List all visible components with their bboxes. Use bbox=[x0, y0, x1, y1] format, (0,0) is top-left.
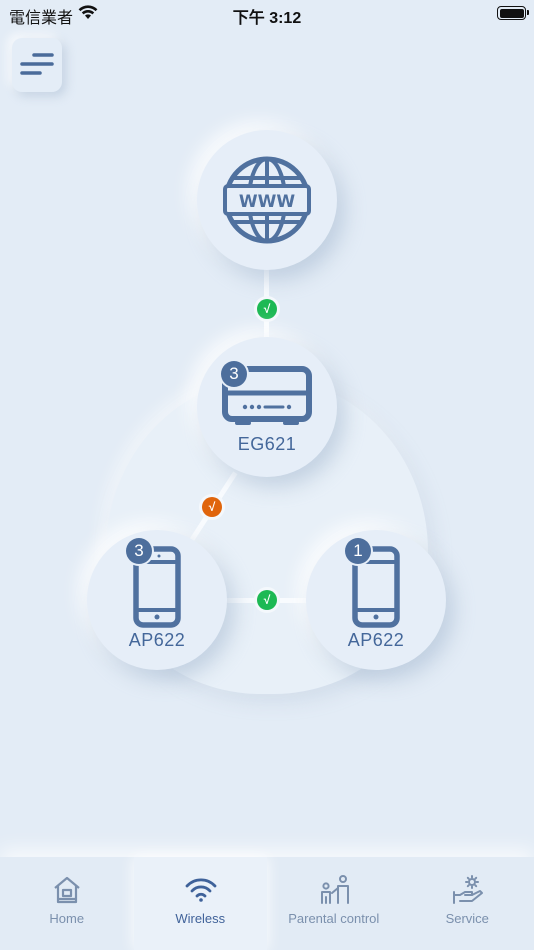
service-hand-gear-icon bbox=[452, 875, 483, 904]
check-icon: √ bbox=[263, 593, 271, 607]
tab-service-label: Service bbox=[445, 911, 489, 926]
tab-wireless-label: Wireless bbox=[175, 911, 226, 926]
gateway-name: EG621 bbox=[237, 434, 297, 454]
tab-home-label: Home bbox=[49, 911, 85, 926]
gateway-node[interactable]: 3 EG621 bbox=[197, 337, 337, 477]
tab-parental-control[interactable]: Parental control bbox=[267, 857, 401, 950]
battery-icon bbox=[497, 6, 529, 20]
client-count-badge: 3 bbox=[126, 538, 152, 564]
menu-button[interactable] bbox=[12, 38, 62, 92]
client-count-badge: 1 bbox=[345, 538, 371, 564]
status-bar: 電信業者 下午 3:12 bbox=[0, 0, 534, 28]
ap-node-right[interactable]: 1 AP622 bbox=[306, 530, 446, 670]
check-icon: √ bbox=[208, 500, 216, 514]
ap-name-left: AP622 bbox=[128, 630, 186, 650]
www-text: WWW bbox=[239, 192, 296, 212]
tab-wireless[interactable]: Wireless bbox=[133, 857, 267, 950]
home-icon bbox=[54, 876, 80, 904]
tab-home[interactable]: Home bbox=[0, 857, 134, 950]
link-status-warning: √ bbox=[202, 497, 222, 517]
check-icon: √ bbox=[263, 302, 271, 316]
bottom-tab-bar: Home Wireless Parental control Service bbox=[0, 857, 534, 950]
sort-icon bbox=[20, 53, 54, 75]
link-status-good: √ bbox=[257, 299, 277, 319]
ap-name-right: AP622 bbox=[347, 630, 405, 650]
ap-node-left[interactable]: 3 AP622 bbox=[87, 530, 227, 670]
tab-service[interactable]: Service bbox=[401, 857, 534, 950]
globe-www-icon: WWW bbox=[223, 156, 311, 244]
internet-node[interactable]: WWW bbox=[197, 130, 337, 270]
parent-child-icon bbox=[321, 875, 349, 904]
tab-parental-control-label: Parental control bbox=[288, 911, 380, 926]
wifi-icon bbox=[185, 878, 216, 902]
client-count-badge: 3 bbox=[221, 361, 247, 387]
link-status-good: √ bbox=[257, 590, 277, 610]
status-time: 下午 3:12 bbox=[232, 10, 302, 27]
